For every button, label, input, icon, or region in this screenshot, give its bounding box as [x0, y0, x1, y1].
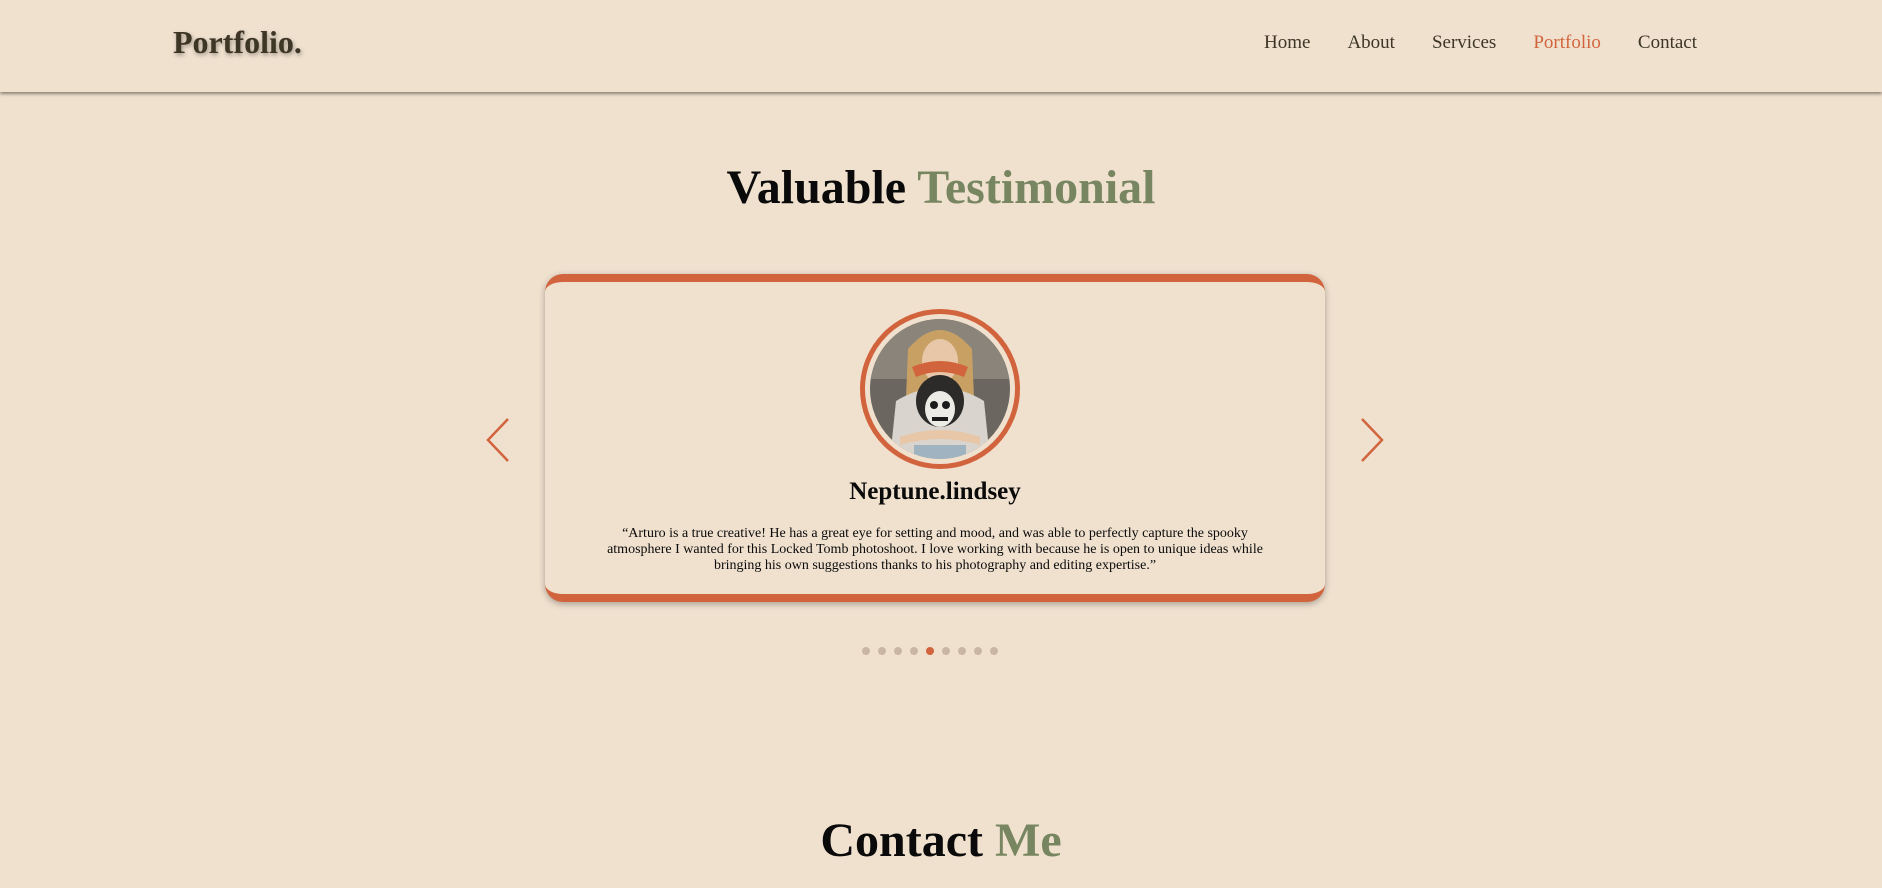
- next-testimonial-button[interactable]: [1356, 416, 1386, 464]
- testimonial-title-accent: Testimonial: [917, 161, 1156, 214]
- nav-link-contact[interactable]: Contact: [1638, 32, 1697, 54]
- pagination-dot[interactable]: [910, 647, 918, 655]
- brand-logo[interactable]: Portfolio.: [173, 24, 302, 61]
- pagination-dot-active[interactable]: [926, 647, 934, 655]
- testimonial-title-main: Valuable: [726, 161, 907, 214]
- pagination-dot[interactable]: [990, 647, 998, 655]
- contact-title-main: Contact: [820, 814, 984, 867]
- pagination-dot[interactable]: [878, 647, 886, 655]
- main-nav: Home About Services Portfolio Contact: [1264, 32, 1697, 54]
- contact-title-accent: Me: [995, 814, 1062, 867]
- testimonial-section-title: Valuable Testimonial: [0, 160, 1882, 215]
- pagination-dot[interactable]: [862, 647, 870, 655]
- contact-section-title: Contact Me: [0, 813, 1882, 868]
- testimonial-name: Neptune.lindsey: [849, 478, 1021, 505]
- nav-link-services[interactable]: Services: [1432, 32, 1496, 54]
- pagination-dot[interactable]: [942, 647, 950, 655]
- navbar: Portfolio. Home About Services Portfolio…: [0, 0, 1882, 92]
- testimonial-avatar: [860, 309, 1020, 469]
- chevron-right-icon: [1361, 418, 1384, 462]
- pagination-dot[interactable]: [958, 647, 966, 655]
- prev-testimonial-button[interactable]: [484, 416, 514, 464]
- avatar-photo: [870, 319, 1010, 459]
- testimonial-quote: “Arturo is a true creative! He has a gre…: [607, 526, 1263, 573]
- nav-link-portfolio[interactable]: Portfolio: [1533, 32, 1601, 54]
- pagination-dot[interactable]: [894, 647, 902, 655]
- testimonial-card: Neptune.lindsey “Arturo is a true creati…: [545, 274, 1325, 602]
- testimonial-pagination: [862, 647, 998, 655]
- chevron-left-icon: [486, 418, 509, 462]
- nav-link-about[interactable]: About: [1347, 32, 1395, 54]
- pagination-dot[interactable]: [974, 647, 982, 655]
- nav-link-home[interactable]: Home: [1264, 32, 1310, 54]
